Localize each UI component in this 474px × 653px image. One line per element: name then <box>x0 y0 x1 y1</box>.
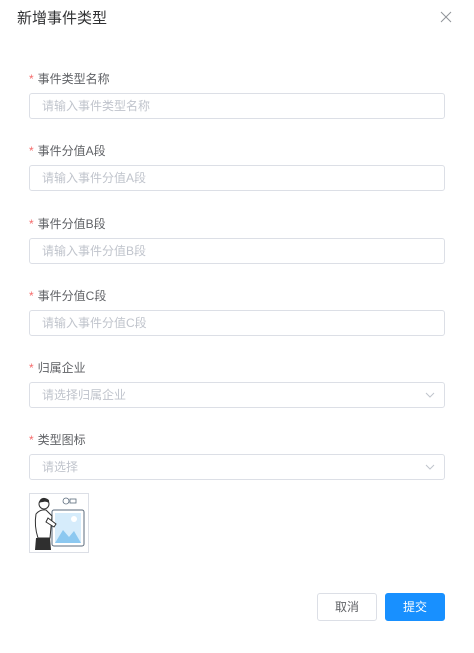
chevron-down-icon[interactable] <box>425 464 435 470</box>
score-b-label: * 事件分值B段 <box>29 217 106 231</box>
close-icon[interactable] <box>440 11 452 23</box>
add-event-type-dialog: 新增事件类型 *事件类型名称 *事件分值A段 *事件分值B段 *事件分值C段 *… <box>0 0 474 653</box>
type-icon-preview[interactable] <box>29 493 89 553</box>
type-icon-select[interactable] <box>29 454 445 480</box>
score-b-input[interactable] <box>29 238 445 264</box>
required-mark: * <box>29 144 34 158</box>
company-label: * 归属企业 <box>29 361 86 375</box>
event-type-name-label: * 事件类型名称 <box>29 72 110 86</box>
chevron-down-icon[interactable] <box>425 392 435 398</box>
score-a-label: * 事件分值A段 <box>29 144 106 158</box>
required-mark: * <box>29 289 34 303</box>
dialog-title: 新增事件类型 <box>17 10 108 27</box>
required-mark: * <box>29 72 34 86</box>
cancel-button[interactable]: 取消 <box>317 593 377 621</box>
company-select[interactable] <box>29 382 445 408</box>
required-mark: * <box>29 217 34 231</box>
submit-button[interactable]: 提交 <box>385 593 445 621</box>
required-mark: * <box>29 361 34 375</box>
type-icon-label: * 类型图标 <box>29 433 86 447</box>
event-type-name-input[interactable] <box>29 93 445 119</box>
image-placeholder-icon <box>34 497 85 550</box>
score-c-label: * 事件分值C段 <box>29 289 107 303</box>
score-a-input[interactable] <box>29 165 445 191</box>
required-mark: * <box>29 433 34 447</box>
score-c-input[interactable] <box>29 310 445 336</box>
